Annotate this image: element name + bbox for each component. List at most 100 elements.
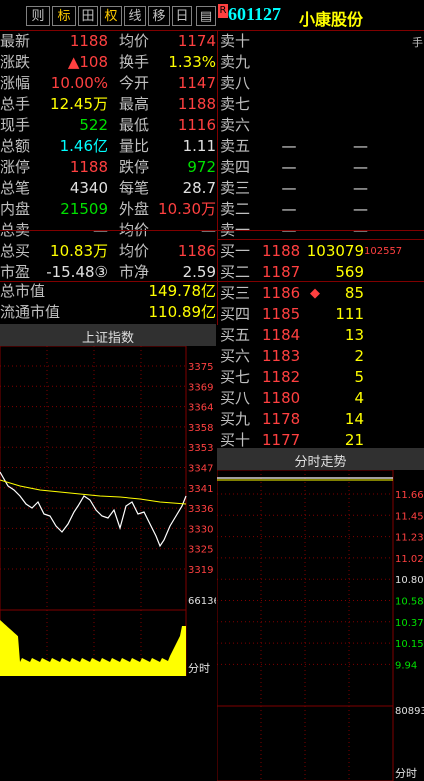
quote-value: 12.45万 [50, 95, 108, 113]
index-price-line [0, 471, 187, 548]
quote-value: 1188 [69, 32, 108, 50]
quote-row: 现手 522 最低 1116 [0, 115, 216, 136]
sell-level: 卖七 [218, 94, 424, 115]
index-ytick: 3336 [188, 504, 213, 515]
buy-level-label: 买六 [220, 347, 251, 365]
tab-grid[interactable]: 田 [78, 6, 98, 26]
sell-level-label: 卖七 [220, 95, 251, 113]
float-cap-value: 110.89亿 [148, 303, 217, 321]
quote-value: 1.11 [182, 137, 216, 155]
buy-level-label: 买八 [220, 389, 251, 407]
menu-icon[interactable]: ▤ [196, 6, 216, 26]
index-chart-header: 上证指数 [0, 324, 216, 346]
sell-level-label: 卖三 [220, 179, 251, 197]
quote-row: 涨幅 10.00% 今开 1147 [0, 73, 216, 94]
intraday-xlabel: 分时 [395, 767, 417, 780]
tab-quan[interactable]: 权 [100, 6, 122, 26]
index-avg-line [0, 479, 187, 505]
quote-value: 1174 [177, 32, 216, 50]
sell-level: 卖八 [218, 73, 424, 94]
quote-value: 10.30万 [158, 200, 216, 218]
separator [0, 281, 424, 282]
sell-level: 卖三 — — [218, 178, 424, 199]
sell-level-label: 卖六 [220, 116, 251, 134]
quote-value: 1.33% [168, 53, 216, 71]
tab-yi[interactable]: 移 [148, 6, 170, 26]
quote-label: 量比 [119, 137, 150, 155]
sell-level: 卖二 — — [218, 199, 424, 220]
sell-price: — [281, 137, 297, 155]
buy-level-label: 买九 [220, 410, 251, 428]
sell-level-label: 卖四 [220, 158, 251, 176]
quote-label: 现手 [0, 116, 31, 134]
buy-price: 1188 [262, 242, 301, 260]
buy-level: 买一 1188 103079 102557 [218, 241, 424, 262]
quote-row: 市盈 -15.48③ 市净 2.59 [0, 262, 216, 283]
tab-ri[interactable]: 日 [172, 6, 192, 26]
quote-label: 均价 [119, 32, 150, 50]
quote-value: 2.59 [182, 263, 216, 281]
quote-label: 跌停 [119, 158, 150, 176]
quote-label: 外盘 [119, 200, 150, 218]
sell-level-label: 卖二 [220, 200, 251, 218]
sell-volume: — [353, 158, 368, 176]
buy-level: 买七 1182 5 [218, 367, 424, 388]
quote-label: 今开 [119, 74, 150, 92]
buy-level-label: 买七 [220, 368, 251, 386]
tab-xian[interactable]: 线 [124, 6, 146, 26]
buy-price: 1186 [262, 284, 301, 302]
quote-label: 均价 [119, 242, 150, 260]
stock-code: 601127 [228, 4, 282, 24]
buy-volume: 4 [354, 389, 364, 407]
intraday-chart-title: 分时走势 [294, 455, 347, 470]
index-xlabel: 分时 [188, 662, 210, 675]
quote-value: 1116 [177, 116, 216, 134]
quote-label: 总买 [0, 242, 31, 260]
sell-price: — [281, 200, 297, 218]
intraday-chart-header: 分时走势 [217, 448, 424, 470]
quote-label: 内盘 [0, 200, 31, 218]
buy-price: 1182 [262, 368, 301, 386]
sell-level-label: 卖九 [220, 53, 251, 71]
quote-value: 1188 [69, 158, 108, 176]
index-ytick: 3325 [188, 545, 213, 556]
sell-level-label: 卖八 [220, 74, 251, 92]
quote-label: 总额 [0, 137, 31, 155]
quote-row: 总手 12.45万 最高 1188 [0, 94, 216, 115]
index-ytick: 3364 [188, 403, 213, 414]
index-ytick: 3353 [188, 443, 213, 454]
buy-volume: 2 [354, 347, 364, 365]
buy-level: 买二 1187 569 [218, 262, 424, 283]
buy-level-label: 买二 [220, 263, 251, 281]
intraday-ytick: 11.23 [395, 533, 424, 544]
sell-level-label: 卖十 [220, 32, 251, 50]
quote-row: 内盘 21509 外盘 10.30万 [0, 199, 216, 220]
quote-row: 总买 10.83万 均价 1186 [0, 241, 216, 262]
quote-value: ▲108 [67, 53, 108, 71]
buy-level: 买四 1185 111 [218, 304, 424, 325]
float-cap-label: 流通市值 [0, 303, 61, 321]
buy-extra: 102557 [364, 246, 403, 257]
tab-biao[interactable]: 标 [52, 6, 76, 26]
quote-row: 总额 1.46亿 量比 1.11 [0, 136, 216, 157]
buy-volume: 13 [344, 326, 364, 344]
sell-price: — [281, 179, 297, 197]
intraday-ytick: 10.37 [395, 618, 424, 629]
r-badge: R [218, 4, 228, 18]
quote-value: 21509 [60, 200, 108, 218]
index-vol-max: 66136 [188, 596, 216, 607]
buy-level: 买五 1184 13 [218, 325, 424, 346]
quote-value: 28.7 [182, 179, 216, 197]
quote-value: 1.46亿 [59, 137, 108, 155]
quote-label: 涨跌 [0, 53, 31, 71]
quote-value: 4340 [69, 179, 108, 197]
intraday-ytick: 10.15 [395, 639, 424, 650]
sell-volume: — [353, 200, 368, 218]
quote-label: 市净 [119, 263, 150, 281]
tab-ze[interactable]: 则 [26, 6, 50, 26]
quote-row: 最新 1188 均价 1174 [0, 31, 216, 52]
quote-label: 最高 [119, 95, 150, 113]
index-ytick: 3358 [188, 423, 213, 434]
intraday-ytick: 10.80 [395, 575, 424, 586]
quote-value: -15.48③ [46, 263, 108, 281]
